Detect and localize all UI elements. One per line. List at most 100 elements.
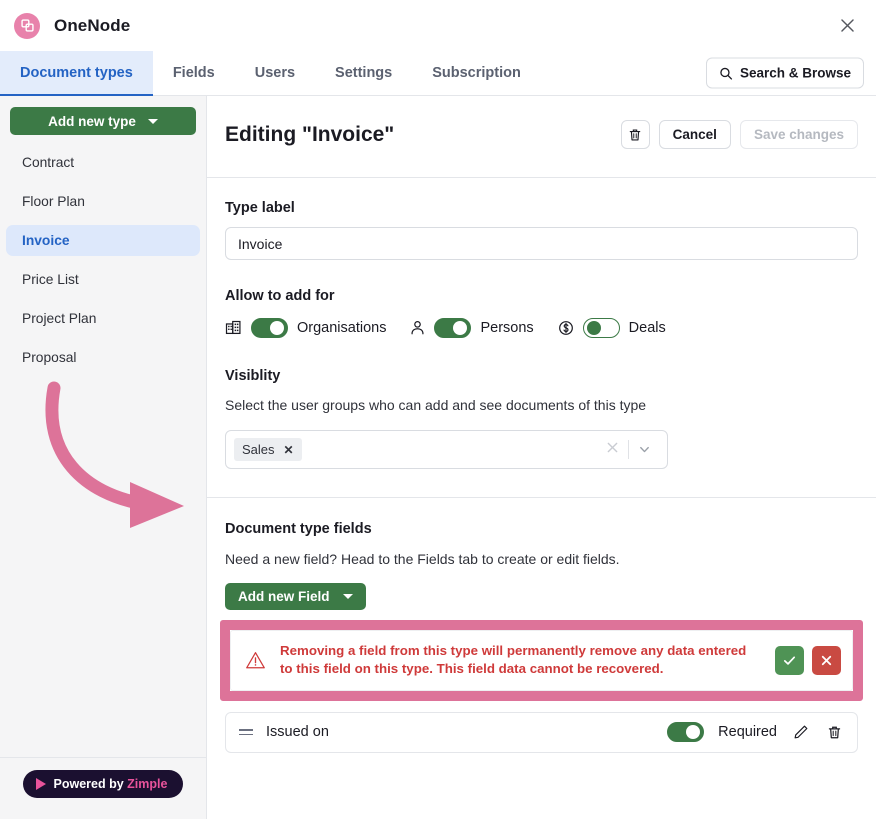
warning-actions	[775, 645, 841, 675]
edit-field-button[interactable]	[791, 722, 811, 742]
trash-icon	[628, 128, 642, 142]
toggle-group-persons: Persons	[410, 318, 534, 338]
zimple-label: Powered by Zimple	[54, 777, 168, 791]
main-tab-bar: Document types Fields Users Settings Sub…	[0, 51, 876, 96]
toggle-label-deals: Deals	[628, 320, 666, 336]
onenode-logo-icon	[14, 12, 40, 39]
sidebar-item-label: Proposal	[22, 350, 77, 365]
chip-remove-icon[interactable]: ✕	[284, 443, 294, 457]
x-icon	[819, 653, 834, 668]
chevron-down-icon[interactable]	[629, 443, 659, 456]
sidebar-footer: Powered by Zimple	[0, 757, 206, 819]
search-icon	[719, 66, 733, 80]
tab-label: Settings	[335, 65, 393, 81]
document-type-list: Contract Floor Plan Invoice Price List P…	[0, 147, 206, 381]
visibility-heading: Visiblity	[225, 368, 281, 384]
add-new-type-button[interactable]: Add new type	[10, 107, 196, 135]
app-title: OneNode	[54, 15, 131, 35]
toggle-label-persons: Persons	[480, 320, 534, 336]
sidebar-item-label: Invoice	[22, 233, 70, 248]
allow-to-add-for-heading: Allow to add for	[225, 288, 335, 304]
visibility-multiselect[interactable]: Sales ✕	[225, 430, 668, 469]
sidebar-item-invoice[interactable]: Invoice	[6, 225, 200, 256]
remove-field-warning-highlight: Removing a field from this type will per…	[220, 620, 863, 701]
clear-x-icon[interactable]	[597, 441, 628, 458]
remove-field-warning: Removing a field from this type will per…	[230, 630, 853, 691]
allow-to-add-for-section: Allow to add for Organisations Persons D…	[207, 260, 876, 338]
required-label: Required	[718, 724, 777, 741]
tab-label: Subscription	[432, 65, 521, 81]
field-row-controls: Required	[667, 722, 844, 743]
add-new-field-label: Add new Field	[238, 589, 330, 604]
body: Add new type Contract Floor Plan Invoice…	[0, 96, 876, 819]
sidebar-item-label: Floor Plan	[22, 194, 85, 209]
toggle-deals[interactable]	[582, 318, 620, 338]
pencil-icon	[793, 724, 809, 740]
main-content: Editing "Invoice" Cancel Save changes Ty…	[207, 96, 876, 819]
brand: OneNode	[14, 12, 131, 39]
type-label-section: Type label	[207, 178, 876, 260]
delete-type-button[interactable]	[620, 120, 650, 149]
document-type-fields-section: Document type fields Need a new field? H…	[207, 498, 876, 610]
table-row[interactable]: Issued on Required	[225, 711, 858, 753]
trash-icon	[827, 725, 842, 740]
sidebar-item-label: Price List	[22, 272, 79, 287]
sidebar: Add new type Contract Floor Plan Invoice…	[0, 96, 207, 819]
chevron-down-icon	[342, 594, 353, 599]
sidebar-item-label: Project Plan	[22, 311, 97, 326]
confirm-remove-button[interactable]	[775, 645, 804, 675]
toggle-label-organisations: Organisations	[297, 320, 387, 336]
cancel-remove-button[interactable]	[812, 645, 841, 675]
editor-header: Editing "Invoice" Cancel Save changes	[207, 96, 876, 149]
tab-label: Users	[254, 65, 296, 81]
tab-document-types[interactable]: Document types	[0, 51, 153, 96]
type-label-heading: Type label	[225, 200, 295, 216]
visibility-section: Visiblity Select the user groups who can…	[207, 338, 876, 469]
sidebar-item-price-list[interactable]: Price List	[6, 264, 200, 295]
zimple-prefix: Powered by	[53, 777, 128, 791]
add-new-type-label: Add new type	[48, 113, 136, 129]
editor-actions: Cancel Save changes	[620, 120, 858, 149]
tab-label: Fields	[172, 65, 215, 81]
close-icon[interactable]	[830, 9, 864, 43]
warning-triangle-icon	[245, 650, 266, 671]
powered-by-zimple-badge[interactable]: Powered by Zimple	[22, 770, 184, 798]
toggle-persons[interactable]	[434, 318, 472, 338]
multiselect-controls	[597, 440, 659, 459]
toggle-group-deals: Deals	[558, 318, 666, 338]
person-icon	[410, 320, 425, 336]
title-bar: OneNode	[0, 0, 876, 51]
allow-to-add-for-toggles: Organisations Persons Deals	[225, 318, 858, 338]
building-icon	[225, 320, 242, 337]
play-icon	[35, 778, 46, 790]
sidebar-item-label: Contract	[22, 155, 75, 170]
tab-fields[interactable]: Fields	[153, 51, 235, 95]
toggle-group-organisations: Organisations	[225, 318, 386, 338]
tab-users[interactable]: Users	[235, 51, 315, 95]
save-changes-button[interactable]: Save changes	[739, 120, 858, 149]
toggle-required[interactable]	[667, 722, 705, 743]
document-type-fields-description: Need a new field? Head to the Fields tab…	[225, 551, 620, 567]
sidebar-item-contract[interactable]: Contract	[6, 147, 200, 178]
zimple-brand: Zimple	[127, 777, 168, 791]
chevron-down-icon	[147, 118, 158, 124]
sidebar-item-project-plan[interactable]: Project Plan	[6, 303, 200, 334]
search-and-browse-button[interactable]: Search & Browse	[705, 57, 864, 89]
tab-subscription[interactable]: Subscription	[412, 51, 541, 95]
sidebar-item-floor-plan[interactable]: Floor Plan	[6, 186, 200, 217]
delete-field-button[interactable]	[825, 723, 844, 742]
check-icon	[782, 653, 797, 668]
sidebar-item-proposal[interactable]: Proposal	[6, 342, 200, 373]
visibility-chip-sales[interactable]: Sales ✕	[234, 438, 302, 461]
type-label-input[interactable]	[225, 227, 858, 260]
add-new-field-button[interactable]: Add new Field	[225, 583, 366, 610]
toggle-organisations[interactable]	[251, 318, 288, 338]
app-window: OneNode Document types Fields Users Sett…	[0, 0, 876, 819]
cancel-button[interactable]: Cancel	[658, 120, 731, 149]
visibility-description: Select the user groups who can add and s…	[225, 397, 647, 413]
tab-settings[interactable]: Settings	[315, 51, 412, 95]
tab-label: Document types	[20, 65, 133, 81]
drag-handle-icon[interactable]	[239, 729, 253, 736]
field-name: Issued on	[266, 724, 329, 741]
page-title: Editing "Invoice"	[225, 122, 395, 146]
